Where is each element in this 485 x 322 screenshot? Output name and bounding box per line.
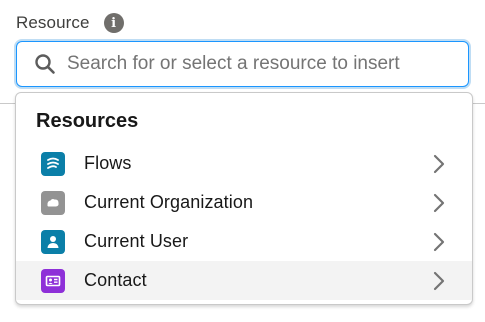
- field-label: Resource: [16, 13, 90, 32]
- search-box[interactable]: [16, 41, 469, 87]
- menu-item-label: Current Organization: [84, 192, 254, 212]
- chevron-right-icon: [433, 154, 445, 173]
- menu-item-contact[interactable]: Contact: [16, 261, 472, 300]
- chevron-right-icon: [433, 232, 445, 251]
- search-input[interactable]: [67, 44, 468, 84]
- chevron-right-icon: [433, 271, 445, 290]
- resource-label-row: Resource i: [16, 13, 124, 33]
- group-heading: Resources: [36, 110, 139, 132]
- menu-item-label: Current User: [84, 231, 189, 251]
- chevron-right-icon: [433, 193, 445, 212]
- menu-item-flows[interactable]: Flows: [16, 144, 472, 183]
- user-icon: [41, 229, 65, 254]
- contact-icon: [41, 268, 65, 293]
- organization-icon: [41, 190, 65, 215]
- resource-dropdown: Resources Flows Current Organization Cur…: [15, 92, 473, 305]
- menu-item-current-user[interactable]: Current User: [16, 222, 472, 261]
- info-icon[interactable]: i: [103, 13, 124, 33]
- menu-item-current-organization[interactable]: Current Organization: [16, 183, 472, 222]
- menu-item-label: Contact: [84, 270, 147, 290]
- search-icon: [35, 54, 55, 74]
- menu-item-label: Flows: [84, 153, 132, 173]
- flow-icon: [41, 151, 65, 176]
